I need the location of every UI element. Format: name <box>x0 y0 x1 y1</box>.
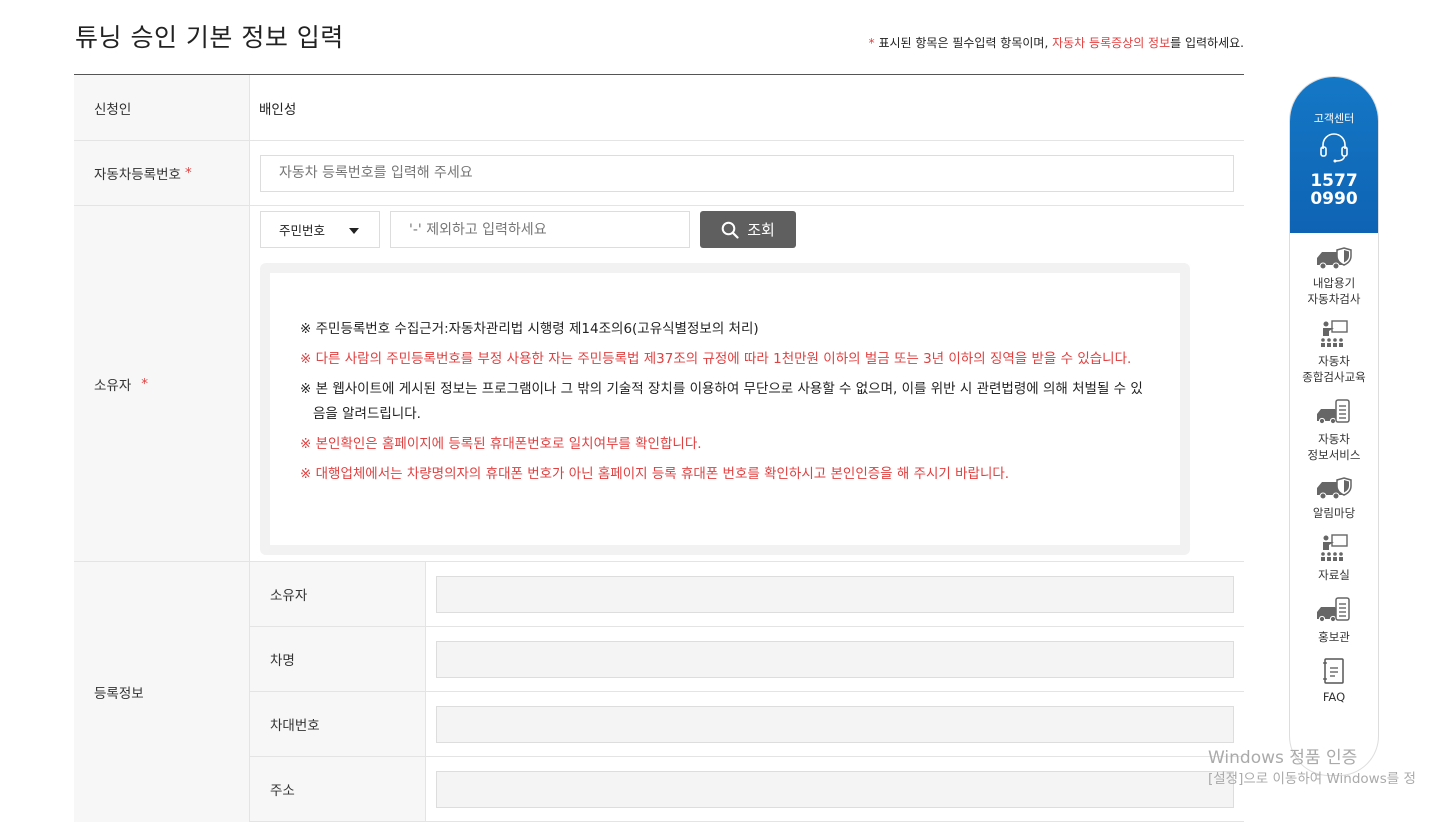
phone-line-1: 1577 <box>1310 171 1358 191</box>
reg-car-name-field <box>436 640 1234 678</box>
car-checklist-icon <box>1317 597 1350 623</box>
quick-item-pressure-vessel[interactable]: 내압용기 자동차검사 <box>1290 233 1378 307</box>
owner-label-text: 소유자 <box>94 377 132 394</box>
reg-address-row: 주소 <box>250 757 1244 822</box>
required-star: * <box>184 165 192 181</box>
quick-item-label: 자동차 <box>1318 354 1350 368</box>
registration-label: 등록정보 <box>74 562 250 822</box>
customer-center-title: 고객센터 <box>1313 112 1355 125</box>
document-icon <box>1323 658 1344 684</box>
quick-item-label: FAQ <box>1322 690 1346 704</box>
quick-menu: 고객센터 1577 0990 내압용기 자동차검사 자동차 종합검사교육 자동차… <box>1289 76 1379 776</box>
id-type-value: 주민번호 <box>279 223 326 238</box>
quick-item-faq[interactable]: FAQ <box>1290 645 1378 705</box>
registration-fields: 소유자 차명 차대번호 주소 <box>250 562 1244 822</box>
reg-address-field <box>436 770 1234 808</box>
reg-owner-field <box>436 575 1234 613</box>
owner-row: 소유자 * 주민번호 조회 ※ 주민등록번호 수집근거:자동차관리법 시행령 제1… <box>74 206 1244 562</box>
reg-car-name-cell <box>426 627 1244 691</box>
plate-number-input[interactable] <box>260 154 1234 192</box>
notice-box: ※ 주민등록번호 수집근거:자동차관리법 시행령 제14조의6(고유식별정보의 … <box>260 263 1190 555</box>
reg-car-name-row: 차명 <box>250 627 1244 692</box>
quick-item-label: 자동차 <box>1318 432 1350 446</box>
registration-row: 등록정보 소유자 차명 차대번호 주소 <box>74 562 1244 822</box>
required-note: * 표시된 항목은 필수입력 항목이며, 자동차 등록증상의 정보를 입력하세요… <box>869 34 1244 51</box>
quick-item-info-service[interactable]: 자동차 정보서비스 <box>1290 385 1378 463</box>
notice-item: ※ 주민등록번호 수집근거:자동차관리법 시행령 제14조의6(고유식별정보의 … <box>300 321 759 337</box>
headset-icon <box>1320 133 1348 163</box>
plate-row: 자동차등록번호 * <box>74 141 1244 206</box>
page-title: 튜닝 승인 기본 정보 입력 <box>75 23 344 52</box>
notice-list: ※ 주민등록번호 수집근거:자동차관리법 시행령 제14조의6(고유식별정보의 … <box>270 273 1180 545</box>
plate-label-text: 자동차등록번호 <box>94 167 181 183</box>
applicant-row: 신청인 배인성 <box>74 75 1244 141</box>
reg-vin-label: 차대번호 <box>250 692 426 756</box>
reg-owner-cell <box>426 562 1244 626</box>
notice-item: ※ 대행업체에서는 차량명의자의 휴대폰 번호가 아닌 홈페이지 등록 휴대폰 … <box>300 466 1010 482</box>
car-shield-icon <box>1317 247 1352 270</box>
search-button-label: 조회 <box>747 221 775 239</box>
reg-car-name-label: 차명 <box>250 627 426 691</box>
customer-center[interactable]: 고객센터 1577 0990 <box>1290 77 1378 233</box>
quick-item-pr[interactable]: 홍보관 <box>1290 583 1378 645</box>
owner-cell: 주민번호 조회 ※ 주민등록번호 수집근거:자동차관리법 시행령 제14조의6(… <box>250 206 1244 561</box>
search-button[interactable]: 조회 <box>700 211 796 248</box>
notice-item: ※ 본 웹사이트에 게시된 정보는 프로그램이나 그 밖의 기술적 장치를 이용… <box>300 381 1143 422</box>
required-note-text: 표시된 항목은 필수입력 항목이며, <box>874 36 1053 50</box>
plate-label: 자동차등록번호 * <box>74 141 250 205</box>
quick-item-label: 홍보관 <box>1318 630 1350 644</box>
applicant-label: 신청인 <box>74 75 250 140</box>
windows-activation-watermark: Windows 정품 인증 <box>1208 748 1358 768</box>
quick-item-label: 자동차검사 <box>1307 292 1361 306</box>
quick-item-notice[interactable]: 알림마당 <box>1290 463 1378 521</box>
search-icon <box>721 221 739 239</box>
caret-down-icon <box>349 228 359 234</box>
quick-item-label: 종합검사교육 <box>1302 370 1366 384</box>
id-type-select[interactable]: 주민번호 <box>260 211 380 248</box>
plate-cell <box>250 141 1244 205</box>
quick-item-label: 내압용기 <box>1312 276 1356 290</box>
reg-owner-row: 소유자 <box>250 562 1244 627</box>
windows-activation-subtext: [설정]으로 이동하여 Windows를 정 <box>1208 771 1416 787</box>
reg-address-cell <box>426 757 1244 821</box>
required-note-highlight: 자동차 등록증상의 정보 <box>1052 36 1171 50</box>
reg-address-label: 주소 <box>250 757 426 821</box>
required-note-tail: 를 입력하세요. <box>1170 36 1244 50</box>
car-checklist-icon <box>1317 399 1350 425</box>
reg-vin-cell <box>426 692 1244 756</box>
reg-vin-row: 차대번호 <box>250 692 1244 757</box>
quick-item-archive[interactable]: 자료실 <box>1290 521 1378 583</box>
quick-item-inspection-education[interactable]: 자동차 종합검사교육 <box>1290 307 1378 385</box>
car-shield-icon <box>1317 477 1352 500</box>
owner-label: 소유자 * <box>74 206 250 561</box>
id-number-input[interactable] <box>390 211 690 248</box>
lecture-icon <box>1321 534 1348 561</box>
quick-item-label: 알림마당 <box>1312 506 1356 520</box>
reg-vin-field <box>436 705 1234 743</box>
tuning-form: 신청인 배인성 자동차등록번호* 소유자* 주민번호 조회 ※ 주민등록번호 수… <box>74 74 1244 822</box>
notice-item: ※ 다른 사람의 주민등록번호를 부정 사용한 자는 주민등록법 제37조의 규… <box>300 351 1132 367</box>
quick-item-label: 자료실 <box>1318 568 1350 582</box>
quick-item-label: 정보서비스 <box>1307 448 1361 462</box>
required-star: * <box>141 375 149 392</box>
notice-item: ※ 본인확인은 홈페이지에 등록된 휴대폰번호로 일치여부를 확인합니다. <box>300 436 702 452</box>
applicant-value: 배인성 <box>259 101 297 118</box>
customer-phone: 1577 0990 <box>1290 172 1378 208</box>
phone-line-2: 0990 <box>1310 189 1358 209</box>
reg-owner-label: 소유자 <box>250 562 426 626</box>
lecture-icon <box>1321 320 1348 347</box>
